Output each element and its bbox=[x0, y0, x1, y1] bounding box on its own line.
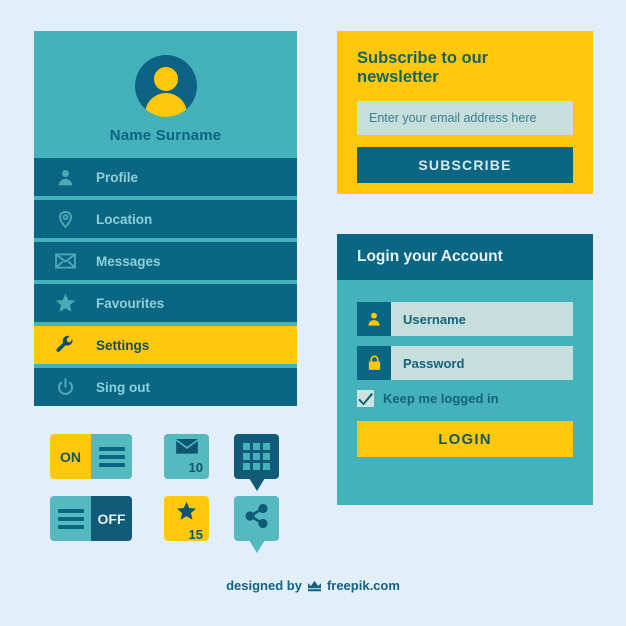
envelope-icon bbox=[175, 439, 198, 459]
newsletter-panel: Subscribe to our newsletter SUBSCRIBE bbox=[337, 31, 593, 194]
person-icon bbox=[34, 168, 96, 187]
map-pin-icon bbox=[34, 210, 96, 229]
footer-brand: freepik.com bbox=[326, 578, 400, 593]
page-title: Login your Account bbox=[357, 248, 503, 265]
email-input[interactable] bbox=[357, 101, 573, 135]
keep-logged-in-checkbox[interactable] bbox=[357, 390, 374, 407]
sidebar-item-profile[interactable]: Profile bbox=[34, 158, 297, 196]
keep-logged-in-label: Keep me logged in bbox=[383, 391, 499, 406]
sidebar-item-favourites[interactable]: Favourites bbox=[34, 284, 297, 322]
user-avatar-icon bbox=[134, 55, 197, 117]
login-button[interactable]: LOGIN bbox=[357, 421, 573, 457]
pin-tail bbox=[248, 540, 265, 553]
grid-icon bbox=[243, 443, 270, 470]
envelope-icon bbox=[34, 253, 96, 269]
toggle-on-switch[interactable]: ON bbox=[50, 434, 132, 479]
subscribe-button[interactable]: SUBSCRIBE bbox=[357, 147, 573, 183]
login-panel: Login your Account Username Password Kee… bbox=[337, 234, 593, 505]
sidebar-item-label: Favourites bbox=[96, 295, 165, 311]
lock-icon bbox=[357, 346, 391, 380]
star-icon bbox=[34, 293, 96, 313]
profile-name: Name Surname bbox=[109, 127, 222, 144]
toggle-off-switch[interactable]: OFF bbox=[50, 496, 132, 541]
profile-card: Name Surname Profile Location Messages F… bbox=[34, 31, 297, 406]
footer-prefix: designed by bbox=[226, 578, 302, 593]
share-icon bbox=[244, 503, 270, 534]
profile-header: Name Surname bbox=[34, 31, 297, 158]
power-icon bbox=[34, 377, 96, 397]
sidebar-item-label: Settings bbox=[96, 337, 150, 353]
favourites-badge-tile[interactable]: 15 bbox=[164, 496, 209, 541]
sidebar-item-label: Messages bbox=[96, 253, 161, 269]
avatar-head bbox=[153, 67, 178, 91]
username-field[interactable]: Username bbox=[357, 302, 573, 336]
keep-logged-in-row[interactable]: Keep me logged in bbox=[357, 390, 573, 407]
sidebar-item-location[interactable]: Location bbox=[34, 200, 297, 238]
pin-tail bbox=[248, 478, 265, 491]
sidebar-item-label: Sing out bbox=[96, 379, 150, 395]
login-title-bar: Login your Account bbox=[337, 234, 593, 280]
avatar-body bbox=[144, 93, 187, 117]
sidebar-item-messages[interactable]: Messages bbox=[34, 242, 297, 280]
sidebar-item-sing-out[interactable]: Sing out bbox=[34, 368, 297, 406]
sidebar-item-label: Profile bbox=[96, 169, 139, 185]
username-input[interactable]: Username bbox=[391, 302, 573, 336]
grid-pin-tile[interactable] bbox=[234, 434, 279, 491]
sidebar-item-label: Location bbox=[96, 211, 153, 227]
password-input[interactable]: Password bbox=[391, 346, 573, 380]
checkmark-icon bbox=[358, 392, 373, 406]
sidebar-item-settings[interactable]: Settings bbox=[34, 326, 297, 364]
toggle-on-label: ON bbox=[50, 434, 91, 479]
footer-credit: designed by freepik.com bbox=[0, 578, 626, 593]
newsletter-title: Subscribe to our newsletter bbox=[357, 49, 489, 86]
wrench-icon bbox=[34, 335, 96, 355]
favourites-count: 15 bbox=[188, 527, 203, 542]
login-body: Username Password Keep me logged in LOGI… bbox=[337, 280, 593, 457]
hamburger-icon bbox=[50, 496, 91, 541]
hamburger-icon bbox=[91, 434, 132, 479]
password-field[interactable]: Password bbox=[357, 346, 573, 380]
toggle-off-label: OFF bbox=[91, 496, 132, 541]
messages-badge-tile[interactable]: 10 bbox=[164, 434, 209, 479]
person-icon bbox=[357, 302, 391, 336]
widget-row: ON OFF 10 15 bbox=[50, 434, 290, 553]
share-pin-tile[interactable] bbox=[234, 496, 279, 553]
star-icon bbox=[176, 501, 197, 526]
messages-count: 10 bbox=[188, 460, 203, 475]
crown-icon bbox=[307, 579, 322, 592]
